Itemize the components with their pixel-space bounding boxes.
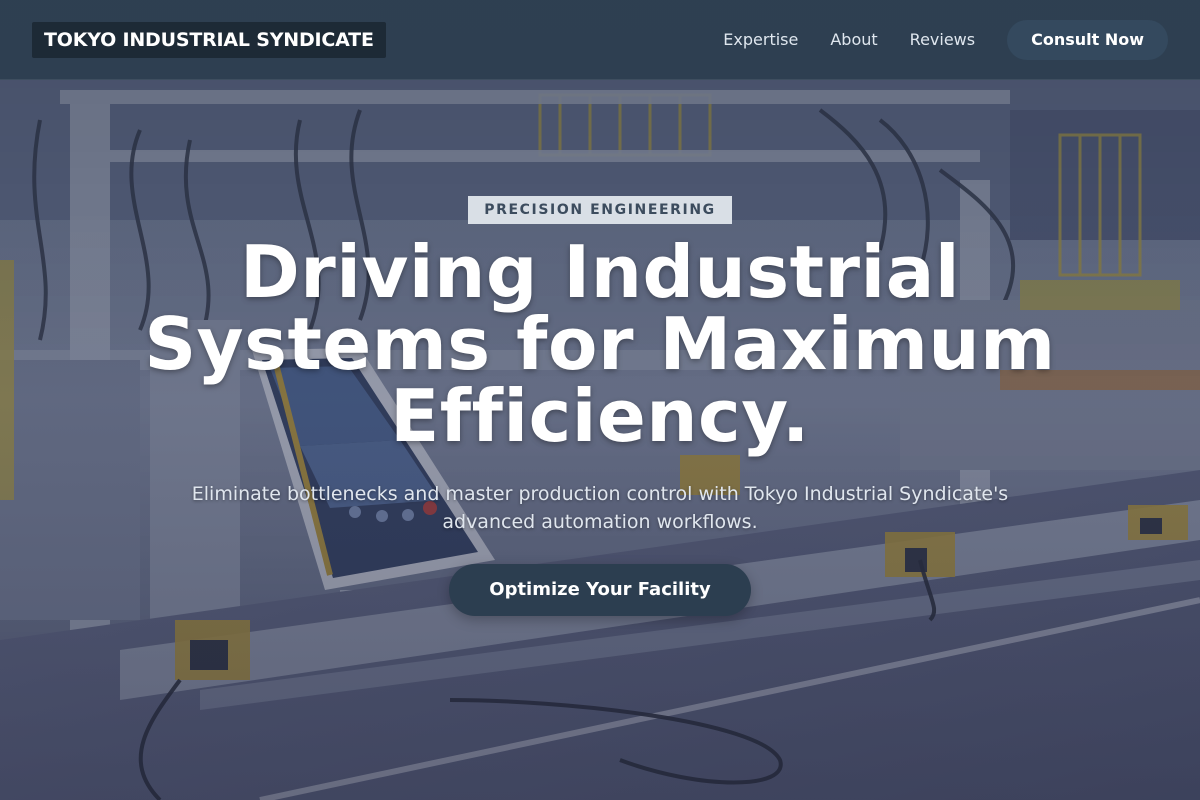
consult-now-button[interactable]: Consult Now [1007, 20, 1168, 60]
hero-subheadline: Eliminate bottlenecks and master product… [191, 483, 1009, 533]
nav-links: Expertise About Reviews Consult Now [723, 20, 1168, 60]
hero-eyebrow: PRECISION ENGINEERING [468, 196, 732, 224]
nav-link-about[interactable]: About [830, 20, 877, 60]
hero-section: PRECISION ENGINEERING Driving Industrial… [0, 196, 1200, 616]
brand-logo[interactable]: TOKYO INDUSTRIAL SYNDICATE [32, 22, 386, 58]
landing-page: TOKYO INDUSTRIAL SYNDICATE Expertise Abo… [0, 0, 1200, 800]
nav-link-reviews[interactable]: Reviews [910, 20, 975, 60]
nav-link-expertise[interactable]: Expertise [723, 20, 798, 60]
top-navbar: TOKYO INDUSTRIAL SYNDICATE Expertise Abo… [0, 0, 1200, 80]
hero-headline: Driving Industrial Systems for Maximum E… [144, 230, 1056, 458]
optimize-facility-button[interactable]: Optimize Your Facility [449, 564, 751, 616]
